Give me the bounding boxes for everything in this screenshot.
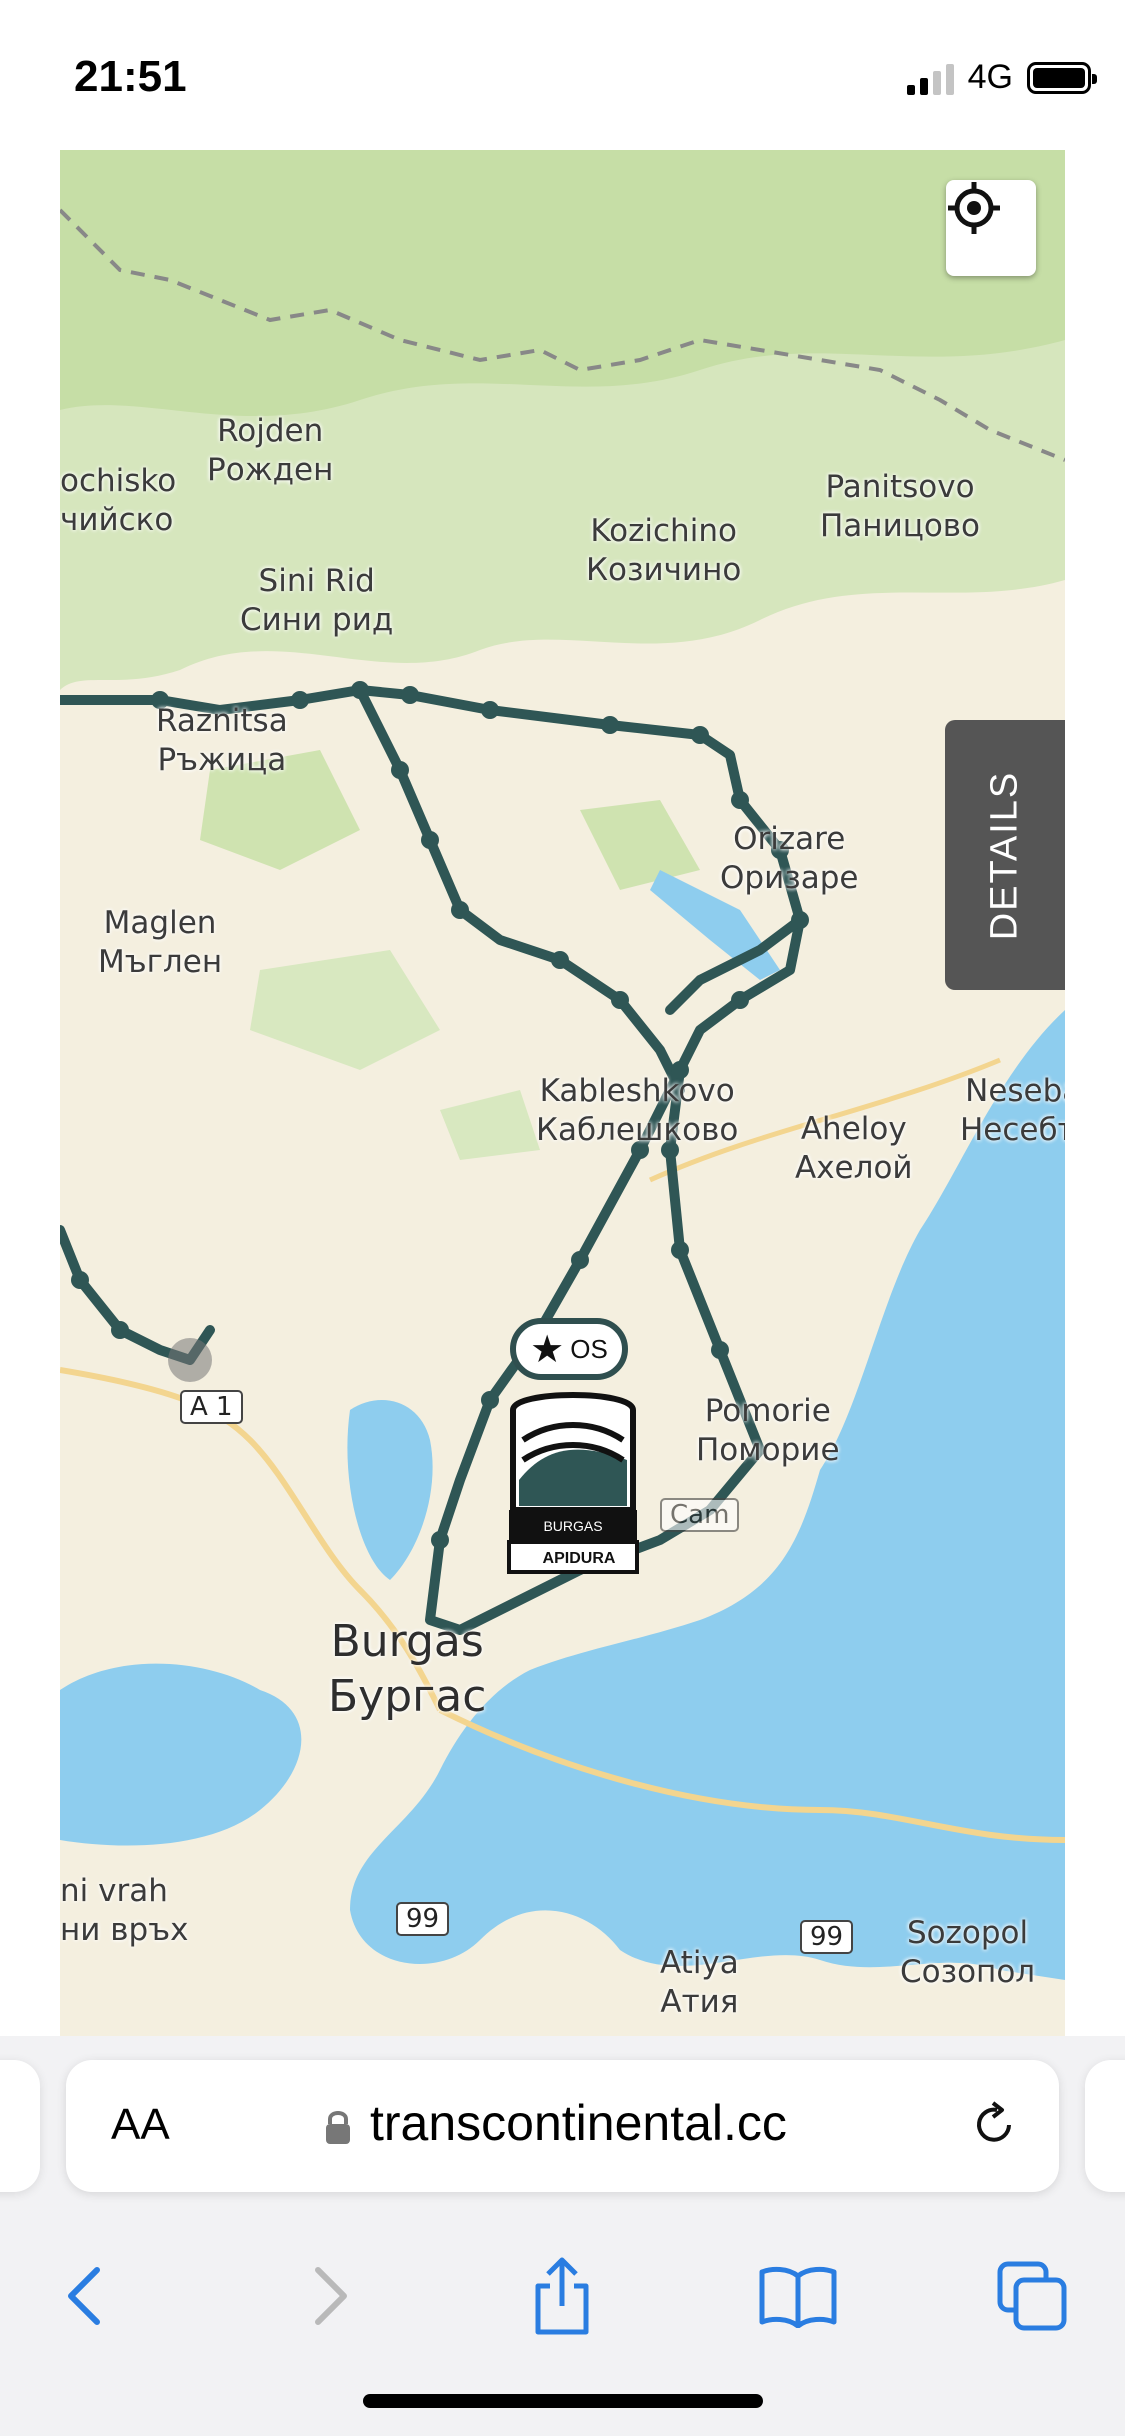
star-icon: ★ [530,1328,565,1371]
book-icon [759,2266,837,2328]
lock-icon [326,2111,350,2144]
signal-icon [906,61,954,95]
map-view[interactable]: Rojden Рожден Kozichino Козичино Panitsovo… [60,150,1065,2036]
camp-label: Cam [660,1498,740,1532]
place-label: Kozichino Козичино [586,513,742,588]
place-label: Orizare Оризаре [720,821,859,896]
rider-marker-label: OS [570,1333,608,1364]
share-icon [535,2257,589,2335]
place-label: ochisko чийско [60,463,177,538]
back-button[interactable] [45,2256,125,2336]
address-bar[interactable]: AA transcontinental.cc [66,2060,1059,2192]
browser-chrome: AA transcontinental.cc [0,2036,1125,2436]
battery-icon [1027,61,1097,94]
tabs-button[interactable] [992,2256,1072,2336]
next-tab-peek[interactable] [1085,2060,1125,2192]
finish-logo-icon[interactable]: BURGAS APIDURA [503,1380,643,1578]
bookmarks-button[interactable] [758,2256,838,2336]
place-label: Atiya Атия [660,1945,739,2020]
status-bar: 21:51 4G [0,0,1125,150]
reload-icon[interactable] [969,2100,1019,2150]
place-label: Raznitsa Ръжица [156,703,288,778]
gps-dot-icon [168,1338,212,1382]
locate-me-button[interactable] [946,180,1036,276]
finish-logo-brand: APIDURA [543,1550,616,1567]
finish-logo-city: BURGAS [543,1518,602,1534]
chevron-right-icon [315,2267,347,2325]
previous-tab-peek[interactable] [0,2060,40,2192]
road-shield: 99 [800,1920,854,1954]
rider-marker[interactable]: ★ OS [510,1318,628,1380]
place-label: Sini Rid Сини рид [240,563,394,638]
place-label: NesebarНесебър [960,1073,1065,1148]
place-label: Panitsovo Паницово [820,469,981,544]
road-shield: A 1 [180,1390,243,1424]
place-label: Rojden Рожден [207,413,334,488]
browser-toolbar [0,2236,1125,2356]
details-tab[interactable]: DETAILS [945,720,1065,990]
place-label: Maglen Мъглен [98,905,223,980]
url-text[interactable]: transcontinental.cc [370,2094,787,2152]
road-shield: 99 [396,1902,450,1936]
reader-options-button[interactable]: AA [111,2100,170,2150]
place-label: Sozopol Созопол [900,1915,1036,1990]
place-label: ni vrah ни връх [60,1873,189,1948]
status-time: 21:51 [74,52,187,101]
forward-button[interactable] [290,2256,370,2336]
status-indicators: 4G [906,58,1097,97]
chevron-left-icon [68,2267,100,2325]
place-label: Kableshkovo Каблешково [536,1073,739,1148]
place-label: Pomorie Поморие [696,1393,840,1468]
crosshair-icon [948,182,1000,234]
place-label: Aheloy Ахелой [795,1111,913,1186]
tabs-icon [997,2261,1067,2331]
share-button[interactable] [522,2256,602,2336]
details-label: DETAILS [983,770,1026,940]
place-label: Burgas Бургас [328,1616,487,1722]
home-indicator[interactable] [363,2394,763,2408]
network-label: 4G [967,58,1013,96]
